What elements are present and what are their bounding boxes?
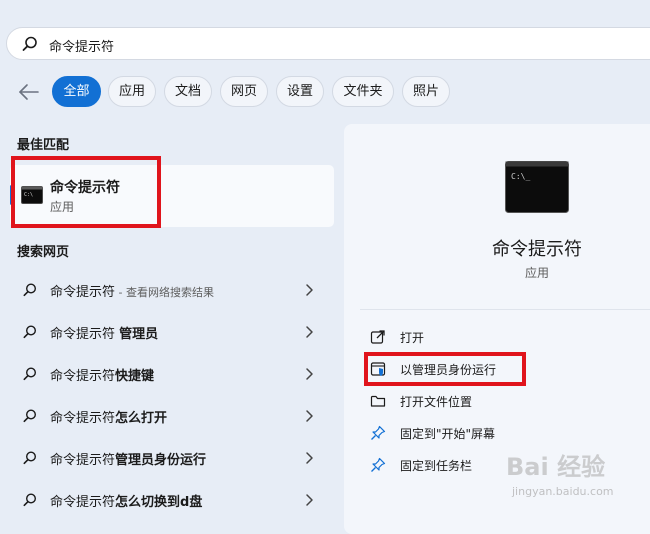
- svg-text:C:\_: C:\_: [511, 172, 530, 181]
- web-result-query: 命令提示符: [50, 327, 120, 342]
- folder-icon: [370, 395, 386, 407]
- watermark-text: Bai 经验: [506, 453, 606, 481]
- action-label: 固定到"开始"屏幕: [400, 427, 496, 441]
- search-web-heading: 搜索网页: [17, 245, 70, 260]
- action-label: 打开: [400, 331, 425, 345]
- search-icon: [23, 283, 37, 297]
- action-label: 打开文件位置: [400, 395, 473, 409]
- search-box[interactable]: 命令提示符: [6, 27, 650, 60]
- highlight-box-run-as-admin: [364, 352, 526, 386]
- pin-icon: [371, 425, 386, 440]
- web-result-item[interactable]: 命令提示符快捷键: [14, 354, 332, 394]
- detail-app-name: 命令提示符: [492, 239, 582, 260]
- web-result-hint: - 查看网络搜索结果: [115, 286, 214, 299]
- cmd-app-icon-large: C:\_: [505, 161, 569, 213]
- chevron-right-icon: [306, 410, 313, 422]
- detail-app-type: 应用: [524, 266, 549, 280]
- web-result-suffix: 管理员: [119, 327, 159, 342]
- best-match-heading: 最佳匹配: [17, 138, 70, 153]
- open-external-icon: [370, 330, 385, 344]
- chevron-right-icon: [306, 284, 313, 296]
- tab-documents[interactable]: 文档: [164, 76, 212, 107]
- web-result-item[interactable]: 命令提示符管理员身份运行: [14, 438, 332, 478]
- web-result-query: 命令提示符: [50, 495, 116, 510]
- web-result-item[interactable]: 命令提示符 - 查看网络搜索结果: [14, 270, 332, 310]
- web-result-query: 命令提示符: [50, 285, 116, 300]
- search-icon: [23, 367, 37, 381]
- action-label: 固定到任务栏: [400, 459, 473, 473]
- chevron-right-icon: [306, 368, 313, 380]
- tab-web[interactable]: 网页: [220, 76, 268, 107]
- tab-all[interactable]: 全部: [52, 76, 101, 107]
- web-result-suffix: 怎么打开: [115, 411, 168, 426]
- back-arrow-icon[interactable]: [16, 80, 42, 104]
- divider: [360, 309, 650, 310]
- web-result-query: 命令提示符: [50, 411, 116, 426]
- search-input[interactable]: 命令提示符: [49, 36, 114, 55]
- web-result-item[interactable]: 命令提示符 管理员: [14, 312, 332, 352]
- search-icon: [23, 451, 37, 465]
- chevron-right-icon: [306, 326, 313, 338]
- search-icon: [22, 36, 37, 51]
- pin-icon: [371, 457, 386, 472]
- web-result-item[interactable]: 命令提示符怎么切换到d盘: [14, 480, 332, 520]
- tab-settings[interactable]: 设置: [276, 76, 324, 107]
- search-icon: [23, 325, 37, 339]
- web-result-suffix: 怎么切换到d盘: [115, 495, 203, 510]
- web-result-query: 命令提示符: [50, 369, 116, 384]
- chevron-right-icon: [306, 452, 313, 464]
- watermark: Bai 经验 jingyan.baidu.com: [490, 447, 640, 507]
- tab-apps[interactable]: 应用: [108, 76, 156, 107]
- web-result-suffix: 快捷键: [115, 369, 155, 384]
- chevron-right-icon: [306, 494, 313, 506]
- search-icon: [23, 493, 37, 507]
- tab-photos[interactable]: 照片: [402, 76, 450, 107]
- web-result-item[interactable]: 命令提示符怎么打开: [14, 396, 332, 436]
- search-icon: [23, 409, 37, 423]
- tab-folders[interactable]: 文件夹: [332, 76, 394, 107]
- watermark-url: jingyan.baidu.com: [512, 485, 614, 498]
- web-result-suffix: 管理员身份运行: [115, 453, 207, 468]
- highlight-box-best-match: [11, 156, 161, 228]
- web-result-query: 命令提示符: [50, 453, 116, 468]
